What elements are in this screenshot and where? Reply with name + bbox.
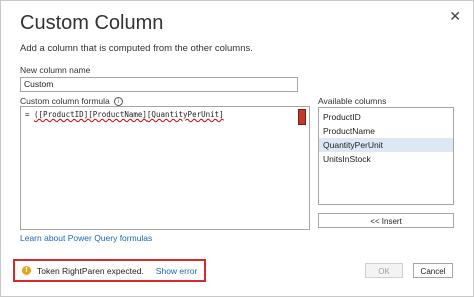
list-item-productname[interactable]: ProductName (319, 124, 453, 138)
new-column-name-label: New column name (20, 65, 91, 75)
error-message-box: ! Token RightParen expected. Show error (13, 259, 206, 282)
dialog-subtitle: Add a column that is computed from the o… (20, 43, 253, 54)
custom-column-dialog: ✕ Custom Column Add a column that is com… (0, 0, 474, 297)
available-columns-list[interactable]: ProductID ProductName QuantityPerUnit Un… (318, 107, 454, 205)
formula-valid-part: ([ProductID][ProductName] (34, 110, 147, 119)
formula-label: Custom column formula (20, 96, 110, 106)
available-columns-label: Available columns (318, 96, 387, 106)
error-scroll-marker (298, 109, 306, 125)
formula-text: = ([ProductID][ProductName][QuantityPerU… (25, 110, 224, 119)
info-icon[interactable]: i (113, 96, 123, 106)
formula-prefix: = (25, 110, 35, 119)
list-item-quantityperunit[interactable]: QuantityPerUnit (319, 138, 453, 152)
warning-icon: ! (22, 266, 31, 275)
insert-button[interactable]: << Insert (318, 213, 454, 228)
ok-button[interactable]: OK (365, 263, 403, 278)
dialog-title: Custom Column (20, 12, 164, 34)
show-error-link[interactable]: Show error (156, 266, 198, 276)
learn-formulas-link[interactable]: Learn about Power Query formulas (20, 233, 152, 243)
cancel-button[interactable]: Cancel (413, 263, 453, 278)
formula-editor[interactable]: = ([ProductID][ProductName][QuantityPerU… (20, 106, 310, 230)
error-text: Token RightParen expected. (37, 265, 144, 276)
formula-label-row: Custom column formula i (20, 96, 123, 106)
new-column-name-input[interactable]: Custom (20, 77, 298, 92)
list-item-unitsinstock[interactable]: UnitsInStock (319, 152, 453, 166)
close-icon[interactable]: ✕ (449, 9, 461, 25)
list-item-productid[interactable]: ProductID (319, 110, 453, 124)
formula-error-part: [QuantityPerUnit] (146, 110, 224, 119)
